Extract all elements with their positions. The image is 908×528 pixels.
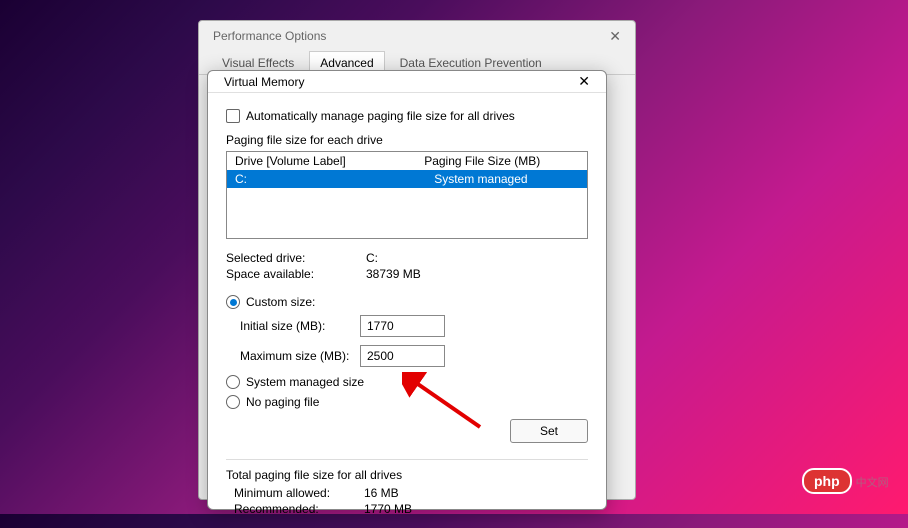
dialog-body: Automatically manage paging file size fo…	[208, 93, 606, 528]
selected-drive-label: Selected drive:	[226, 251, 366, 265]
drive-header-col1: Drive [Volume Label]	[235, 154, 424, 168]
no-paging-radio[interactable]	[226, 395, 240, 409]
virtual-memory-dialog: Virtual Memory ✕ Automatically manage pa…	[207, 70, 607, 510]
auto-manage-checkbox[interactable]	[226, 109, 240, 123]
custom-size-row[interactable]: Custom size:	[226, 295, 588, 309]
no-paging-row[interactable]: No paging file	[226, 395, 588, 409]
auto-manage-row[interactable]: Automatically manage paging file size fo…	[226, 109, 588, 123]
watermark-text: 中文网	[856, 477, 889, 489]
drive-list: Drive [Volume Label] Paging File Size (M…	[226, 151, 588, 239]
drive-list-body[interactable]: C: System managed	[227, 170, 587, 238]
set-button-row: Set	[226, 419, 588, 443]
totals-label: Total paging file size for all drives	[226, 468, 588, 482]
system-managed-radio[interactable]	[226, 375, 240, 389]
initial-size-label: Initial size (MB):	[240, 319, 360, 333]
vm-titlebar: Virtual Memory ✕	[208, 71, 606, 93]
initial-size-row: Initial size (MB):	[240, 315, 588, 337]
no-paging-label: No paging file	[246, 395, 319, 409]
system-managed-label: System managed size	[246, 375, 364, 389]
drive-name: C:	[235, 172, 424, 186]
drive-header-col2: Paging File Size (MB)	[424, 154, 579, 168]
section-label: Paging file size for each drive	[226, 133, 588, 147]
parent-titlebar: Performance Options ✕	[199, 21, 635, 51]
min-allowed-value: 16 MB	[364, 486, 399, 500]
dialog-title: Virtual Memory	[224, 75, 304, 89]
custom-size-label: Custom size:	[246, 295, 315, 309]
maximum-size-input[interactable]	[360, 345, 445, 367]
watermark: php 中文网	[802, 468, 900, 502]
system-managed-row[interactable]: System managed size	[226, 375, 588, 389]
maximum-size-label: Maximum size (MB):	[240, 349, 360, 363]
parent-title: Performance Options	[213, 29, 326, 43]
min-allowed-row: Minimum allowed: 16 MB	[226, 486, 588, 500]
min-allowed-label: Minimum allowed:	[234, 486, 364, 500]
drive-size: System managed	[424, 172, 579, 186]
selected-drive-value: C:	[366, 251, 378, 265]
size-inputs: Initial size (MB): Maximum size (MB):	[240, 315, 588, 367]
space-available-value: 38739 MB	[366, 267, 421, 281]
auto-manage-label: Automatically manage paging file size fo…	[246, 109, 515, 123]
custom-size-radio[interactable]	[226, 295, 240, 309]
divider	[226, 459, 588, 460]
drive-list-header: Drive [Volume Label] Paging File Size (M…	[227, 152, 587, 170]
space-available-row: Space available: 38739 MB	[226, 267, 588, 281]
initial-size-input[interactable]	[360, 315, 445, 337]
drive-row[interactable]: C: System managed	[227, 170, 587, 188]
set-button[interactable]: Set	[510, 419, 588, 443]
size-radio-group: Custom size: Initial size (MB): Maximum …	[226, 295, 588, 415]
space-available-label: Space available:	[226, 267, 366, 281]
close-icon[interactable]: ✕	[572, 71, 596, 92]
watermark-brand: php	[802, 468, 852, 494]
close-icon[interactable]: ✕	[603, 26, 627, 47]
selected-drive-row: Selected drive: C:	[226, 251, 588, 265]
maximum-size-row: Maximum size (MB):	[240, 345, 588, 367]
